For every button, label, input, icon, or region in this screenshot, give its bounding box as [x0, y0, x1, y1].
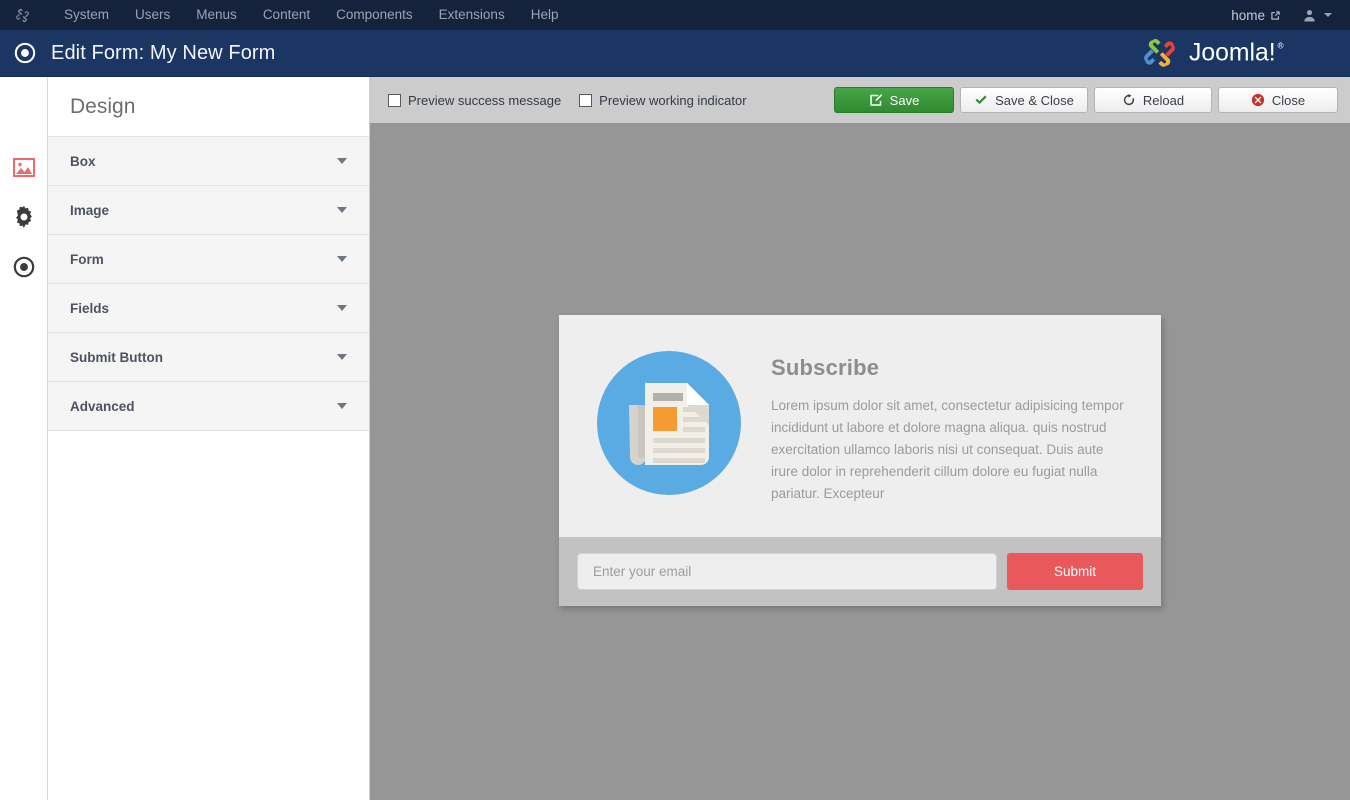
chevron-down-icon [337, 158, 347, 164]
sidebar-title: Design [48, 77, 369, 137]
checkbox-label: Preview working indicator [599, 92, 747, 108]
save-button[interactable]: Save [834, 87, 954, 113]
preview-working-indicator-checkbox[interactable]: Preview working indicator [579, 92, 747, 108]
top-navigation-bar: System Users Menus Content Components Ex… [0, 0, 1350, 30]
design-sidebar: Design Box Image Form Fields Submit Butt… [48, 77, 370, 800]
editor-toolbar: Preview success message Preview working … [370, 77, 1350, 123]
toolbar-button-group: Save Save & Close Reload Close [834, 87, 1338, 113]
main-menu: System Users Menus Content Components Ex… [51, 0, 571, 30]
checkbox-box[interactable] [388, 93, 401, 107]
joomla-mini-icon[interactable] [14, 7, 31, 24]
chevron-down-icon [337, 354, 347, 360]
nav-item-help[interactable]: Help [518, 0, 572, 30]
subscribe-card: Subscribe Lorem ipsum dolor sit amet, co… [559, 315, 1161, 606]
sidebar-section-advanced[interactable]: Advanced [48, 382, 369, 431]
joomla-brand: Joomla! ® [1139, 35, 1336, 71]
sidebar-section-label: Advanced [70, 398, 135, 414]
save-and-close-button[interactable]: Save & Close [960, 87, 1088, 113]
sidebar-section-image[interactable]: Image [48, 186, 369, 235]
sidebar-section-label: Form [70, 251, 104, 267]
checkbox-label: Preview success message [408, 92, 562, 108]
nav-item-content[interactable]: Content [250, 0, 323, 30]
subscribe-card-top: Subscribe Lorem ipsum dolor sit amet, co… [559, 315, 1161, 537]
app-body: Design Box Image Form Fields Submit Butt… [0, 77, 1350, 800]
close-button[interactable]: Close [1218, 87, 1338, 113]
newspaper-icon [597, 351, 741, 495]
preview-success-message-checkbox[interactable]: Preview success message [388, 93, 561, 108]
chevron-down-icon [1324, 13, 1332, 17]
svg-text:Joomla!: Joomla! [1189, 40, 1276, 67]
save-and-close-button-label: Save & Close [995, 92, 1074, 108]
home-site-link[interactable]: home [1231, 8, 1303, 23]
chevron-down-icon [337, 207, 347, 213]
chevron-down-icon [337, 403, 347, 409]
rail-item-settings[interactable] [12, 205, 36, 229]
sidebar-section-label: Image [70, 202, 110, 218]
chevron-down-icon [337, 256, 347, 262]
main-region: Preview success message Preview working … [370, 77, 1350, 800]
nav-item-system[interactable]: System [51, 0, 122, 30]
sidebar-section-fields[interactable]: Fields [48, 284, 369, 333]
sidebar-section-label: Fields [70, 300, 110, 316]
page-title: Edit Form: My New Form [51, 41, 276, 64]
chevron-down-icon [337, 305, 347, 311]
gear-icon [15, 206, 32, 228]
subscribe-card-form: Submit [559, 537, 1161, 606]
sidebar-section-box[interactable]: Box [48, 137, 369, 186]
nav-item-components[interactable]: Components [323, 0, 426, 30]
sidebar-empty-area [48, 431, 369, 800]
checkbox-box[interactable] [579, 93, 593, 107]
image-icon [12, 157, 35, 177]
sidebar-section-form[interactable]: Form [48, 235, 369, 284]
subscribe-heading: Subscribe [771, 355, 880, 380]
joomla-wordmark: Joomla! ® [1189, 40, 1284, 67]
preview-canvas: Subscribe Lorem ipsum dolor sit amet, co… [370, 123, 1350, 800]
user-menu-button[interactable] [1303, 9, 1336, 22]
reload-button[interactable]: Reload [1094, 87, 1212, 113]
rail-item-target[interactable] [12, 255, 36, 279]
nav-item-users[interactable]: Users [122, 0, 183, 30]
close-circle-icon [1251, 93, 1264, 107]
subscribe-body-text: Lorem ipsum dolor sit amet, consectetur … [771, 398, 1124, 501]
tool-rail [0, 77, 48, 800]
nav-item-menus[interactable]: Menus [183, 0, 250, 30]
reload-button-label: Reload [1142, 92, 1185, 108]
external-link-icon [1271, 10, 1280, 20]
check-icon [975, 95, 987, 105]
close-button-label: Close [1271, 92, 1306, 108]
sidebar-section-submit-button[interactable]: Submit Button [48, 333, 369, 382]
reload-icon [1123, 94, 1134, 106]
page-subheader: Edit Form: My New Form Joomla! ® [0, 30, 1350, 77]
target-icon [13, 256, 34, 278]
svg-text:®: ® [1278, 42, 1284, 51]
subscribe-text-block: Subscribe Lorem ipsum dolor sit amet, co… [771, 349, 1131, 505]
edit-pencil-icon [869, 94, 882, 106]
nav-item-extensions[interactable]: Extensions [426, 0, 518, 30]
sidebar-section-label: Box [70, 153, 96, 169]
submit-button[interactable]: Submit [1007, 553, 1143, 590]
sidebar-section-label: Submit Button [70, 349, 163, 365]
save-button-label: Save [889, 92, 920, 108]
target-icon [14, 42, 36, 64]
top-nav-right-cluster: home [1231, 8, 1336, 23]
home-link-label: home [1231, 7, 1265, 23]
joomla-logo-icon [1144, 39, 1175, 67]
user-avatar-icon [1304, 9, 1315, 22]
rail-item-image[interactable] [12, 155, 36, 179]
email-input[interactable] [577, 553, 997, 590]
